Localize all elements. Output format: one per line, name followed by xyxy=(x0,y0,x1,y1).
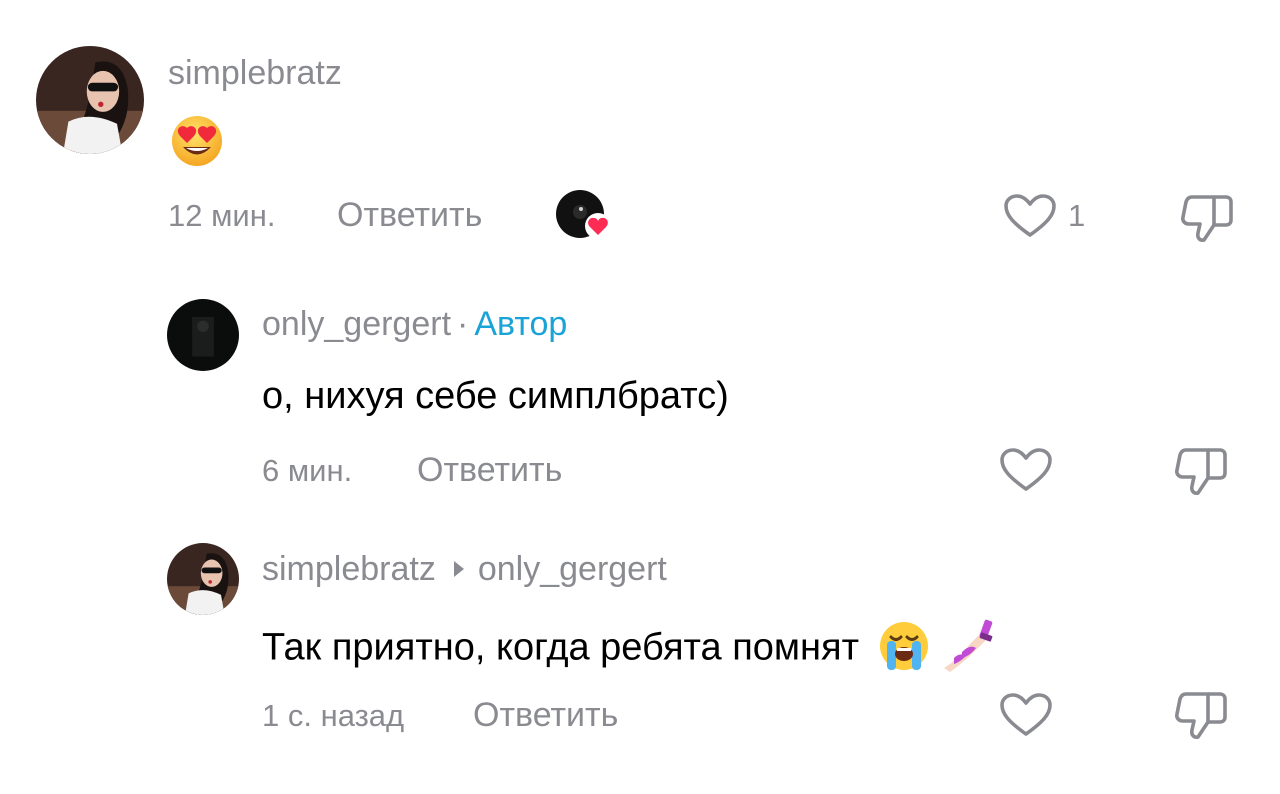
comment-timestamp: 6 мин. xyxy=(262,453,353,488)
comment-timestamp: 12 мин. xyxy=(168,198,276,233)
nail-polish-emoji xyxy=(940,618,996,681)
avatar-simplebratz[interactable] xyxy=(167,543,239,615)
reply-to-username[interactable]: only_gergert xyxy=(478,550,667,588)
like-count: 1 xyxy=(1068,198,1086,233)
like-heart-icon[interactable] xyxy=(1003,193,1057,239)
comment-header: only_gergert · Автор xyxy=(262,307,567,341)
comment-username[interactable]: simplebratz xyxy=(262,550,436,588)
like-heart-icon[interactable] xyxy=(999,447,1053,493)
reply-button[interactable]: Ответить xyxy=(473,698,618,732)
comment-timestamp: 1 с. назад xyxy=(262,698,405,733)
dislike-icon[interactable] xyxy=(1180,193,1234,243)
reply-button[interactable]: Ответить xyxy=(417,453,562,487)
avatar-simplebratz[interactable] xyxy=(36,46,144,154)
separator-dot: · xyxy=(457,305,469,343)
comment-header: simplebratz only_gergert xyxy=(262,552,667,586)
reply-button[interactable]: Ответить xyxy=(337,198,482,232)
creator-liked-badge xyxy=(556,190,614,240)
loudly-crying-emoji xyxy=(878,620,930,679)
avatar-only-gergert[interactable] xyxy=(167,299,239,371)
comment-text: Так приятно, когда ребята помнят xyxy=(262,626,859,669)
reply-arrow-icon xyxy=(453,561,464,578)
like-heart-icon[interactable] xyxy=(999,692,1053,738)
dislike-icon[interactable] xyxy=(1174,446,1228,496)
comment-text: о, нихуя себе симплбратс) xyxy=(262,375,729,417)
comment-text-line: Так приятно, когда ребята помнят xyxy=(262,618,996,681)
comment-username[interactable]: simplebratz xyxy=(168,56,342,90)
comment-username[interactable]: only_gergert xyxy=(262,305,451,343)
author-badge: Автор xyxy=(474,305,568,343)
dislike-icon[interactable] xyxy=(1174,690,1228,740)
heart-eyes-emoji xyxy=(170,114,224,168)
